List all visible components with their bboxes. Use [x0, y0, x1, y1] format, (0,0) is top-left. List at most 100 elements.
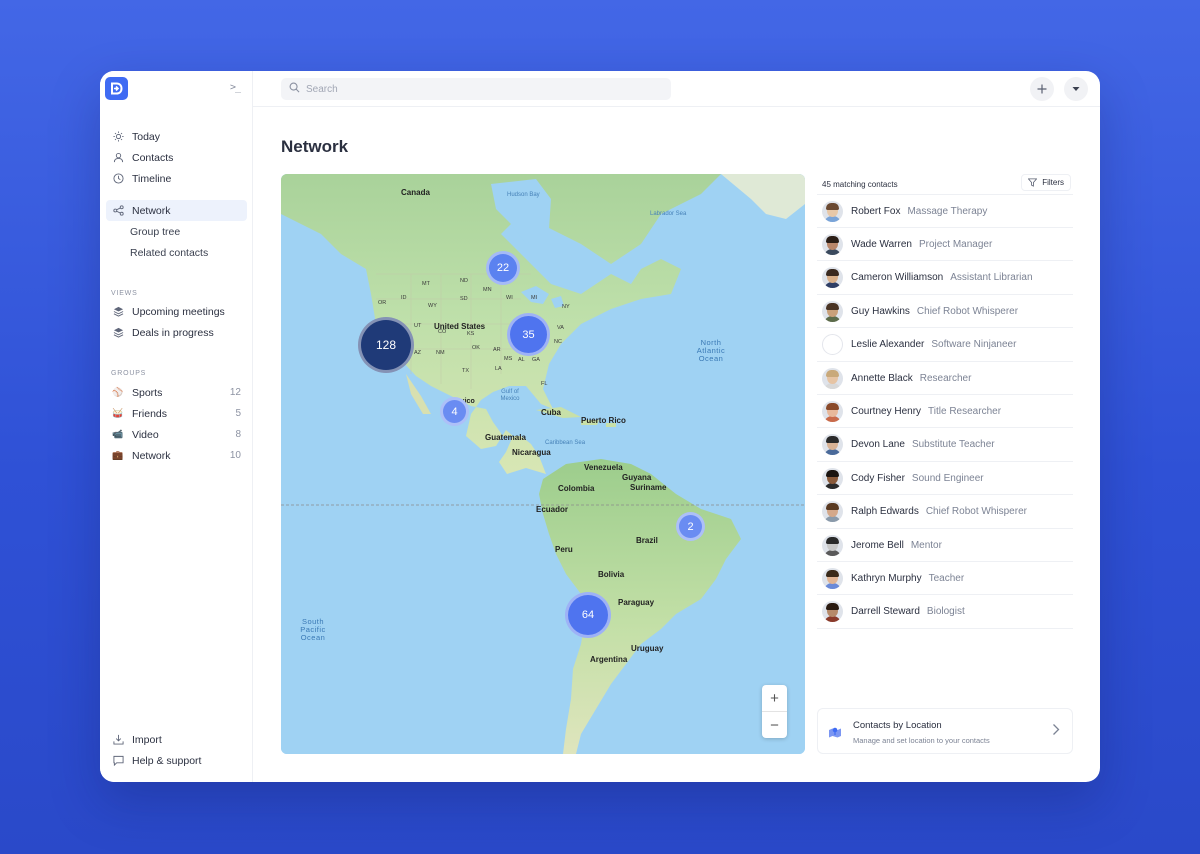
avatar — [822, 367, 843, 389]
group-item-sports[interactable]: ⚾ Sports 12 — [106, 382, 247, 403]
nav-item-import[interactable]: Import — [106, 729, 247, 750]
contact-row[interactable]: Guy Hawkins Chief Robot Whisperer — [817, 295, 1073, 329]
app-logo[interactable] — [105, 77, 128, 100]
zoom-out-button[interactable]: − — [762, 712, 787, 738]
search-bar — [281, 78, 671, 100]
contact-row[interactable]: Darrell Steward Biologist — [817, 596, 1073, 629]
contact-role: Project Manager — [918, 238, 993, 250]
map-label-state: ND — [460, 278, 468, 284]
share-icon — [112, 205, 124, 217]
contact-row[interactable]: Cameron Williamson Assistant Librarian — [817, 262, 1073, 295]
zoom-in-button[interactable]: + — [762, 685, 787, 711]
map-label-state: MT — [422, 281, 430, 287]
map-label-state: GA — [532, 357, 540, 363]
contact-role: Teacher — [928, 572, 965, 584]
avatar — [822, 434, 843, 456]
contact-row[interactable]: Cody Fisher Sound Engineer — [817, 462, 1073, 496]
contact-row[interactable]: Kathryn Murphy Teacher — [817, 562, 1073, 596]
nav-item-help-support[interactable]: Help & support — [106, 750, 247, 771]
map-cluster-marker[interactable]: 64 — [565, 592, 611, 638]
map-label-bolivia: Bolivia — [598, 570, 625, 579]
nav-item-group-tree[interactable]: Group tree — [106, 221, 247, 242]
map-label-nicaragua: Nicaragua — [512, 448, 551, 457]
map-cluster-marker[interactable]: 22 — [486, 251, 520, 285]
map-label-puerto-rico: Puerto Rico — [581, 416, 626, 425]
nav-item-timeline[interactable]: Timeline — [106, 168, 247, 189]
map-label-brazil: Brazil — [636, 536, 658, 545]
map-label-canada: Canada — [401, 188, 430, 197]
group-item-video[interactable]: 📹 Video 8 — [106, 424, 247, 445]
search-input[interactable] — [306, 83, 646, 95]
contact-name: Wade Warren — [851, 238, 912, 250]
map-cluster-marker[interactable]: 128 — [358, 317, 414, 373]
avatar — [822, 534, 843, 556]
clock-icon — [112, 173, 124, 185]
contact-row[interactable]: Ralph Edwards Chief Robot Whisperer — [817, 496, 1073, 529]
filter-icon — [1028, 178, 1038, 187]
avatar — [822, 334, 843, 356]
cluster-count: 22 — [496, 262, 510, 274]
chat-icon — [112, 755, 124, 767]
map-label-state: FL — [541, 381, 548, 387]
nav-item-contacts[interactable]: Contacts — [106, 147, 247, 168]
briefcase-icon: 💼 — [112, 450, 124, 460]
group-item-friends[interactable]: 🥁 Friends 5 — [106, 403, 247, 424]
map-label-state: NM — [436, 350, 445, 356]
map-label-venezuela: Venezuela — [584, 463, 623, 472]
contact-row[interactable]: Jerome Bell Mentor — [817, 529, 1073, 562]
group-item-network[interactable]: 💼 Network 10 — [106, 445, 247, 466]
contact-role: Software Ninjaneer — [931, 339, 1017, 351]
nav-label: Contacts — [132, 151, 174, 164]
contact-row[interactable]: Wade Warren Project Manager — [817, 228, 1073, 262]
nav-item-related-contacts[interactable]: Related contacts — [106, 242, 247, 263]
nav-label: Network — [132, 204, 171, 217]
avatar — [822, 300, 843, 322]
contact-name: Courtney Henry — [851, 405, 922, 417]
cluster-count: 128 — [375, 338, 397, 352]
map-label-colombia: Colombia — [558, 484, 595, 493]
nav-label: Timeline — [132, 172, 172, 185]
contact-row[interactable]: Leslie Alexander Software Ninjaneer — [817, 329, 1073, 362]
location-card-title: Contacts by Location — [853, 720, 942, 731]
contacts-by-location-card[interactable]: Contacts by Location Manage and set loca… — [817, 708, 1073, 754]
add-button[interactable] — [1030, 77, 1054, 101]
location-card-subtitle: Manage and set location to your contacts — [853, 736, 990, 745]
contact-row[interactable]: Annette Black Researcher — [817, 362, 1073, 395]
sidebar-collapse-button[interactable]: >_ — [230, 82, 241, 93]
contact-name: Cody Fisher — [851, 472, 905, 484]
cluster-count: 35 — [522, 328, 535, 341]
map-cluster-marker[interactable]: 35 — [507, 313, 550, 356]
chevron-right-icon — [1052, 723, 1060, 741]
nav-item-network[interactable]: Network — [106, 200, 247, 221]
map-label-state: TX — [462, 368, 470, 374]
map-label-state: WI — [506, 295, 513, 301]
baseball-icon: ⚾ — [112, 387, 124, 397]
map-cluster-marker[interactable]: 2 — [676, 512, 705, 541]
avatar — [822, 267, 843, 289]
map-cluster-marker[interactable]: 4 — [440, 397, 469, 426]
search-icon — [289, 80, 300, 98]
nav-label: Group tree — [130, 225, 181, 238]
contacts-map[interactable]: Canada Hudson Bay Labrador Sea United St… — [281, 174, 805, 754]
contact-row[interactable]: Devon Lane Substitute Teacher — [817, 429, 1073, 462]
chevron-down-icon — [1072, 87, 1080, 91]
nav-item-today[interactable]: Today — [106, 126, 247, 147]
contact-name: Robert Fox — [851, 205, 901, 217]
group-count: 10 — [229, 450, 241, 461]
nav-item-upcoming-meetings[interactable]: Upcoming meetings — [106, 301, 247, 322]
filters-label: Filters — [1042, 178, 1064, 187]
map-label-suriname: Suriname — [630, 483, 667, 492]
contact-role: Massage Therapy — [907, 205, 988, 217]
nav-item-deals-in-progress[interactable]: Deals in progress — [106, 322, 247, 343]
contact-row[interactable]: Robert Fox Massage Therapy — [817, 195, 1073, 228]
app-window: >_ Today Contacts Timeline Network Group… — [100, 71, 1100, 782]
contact-name: Kathryn Murphy — [851, 572, 922, 584]
account-menu-button[interactable] — [1064, 77, 1088, 101]
filters-button[interactable]: Filters — [1021, 174, 1071, 191]
page-title: Network — [281, 137, 349, 156]
contact-role: Substitute Teacher — [911, 439, 995, 451]
contact-row[interactable]: Courtney Henry Title Researcher — [817, 395, 1073, 429]
cluster-count: 64 — [581, 609, 595, 621]
avatar — [822, 567, 843, 589]
contact-role: Title Researcher — [928, 405, 1002, 417]
